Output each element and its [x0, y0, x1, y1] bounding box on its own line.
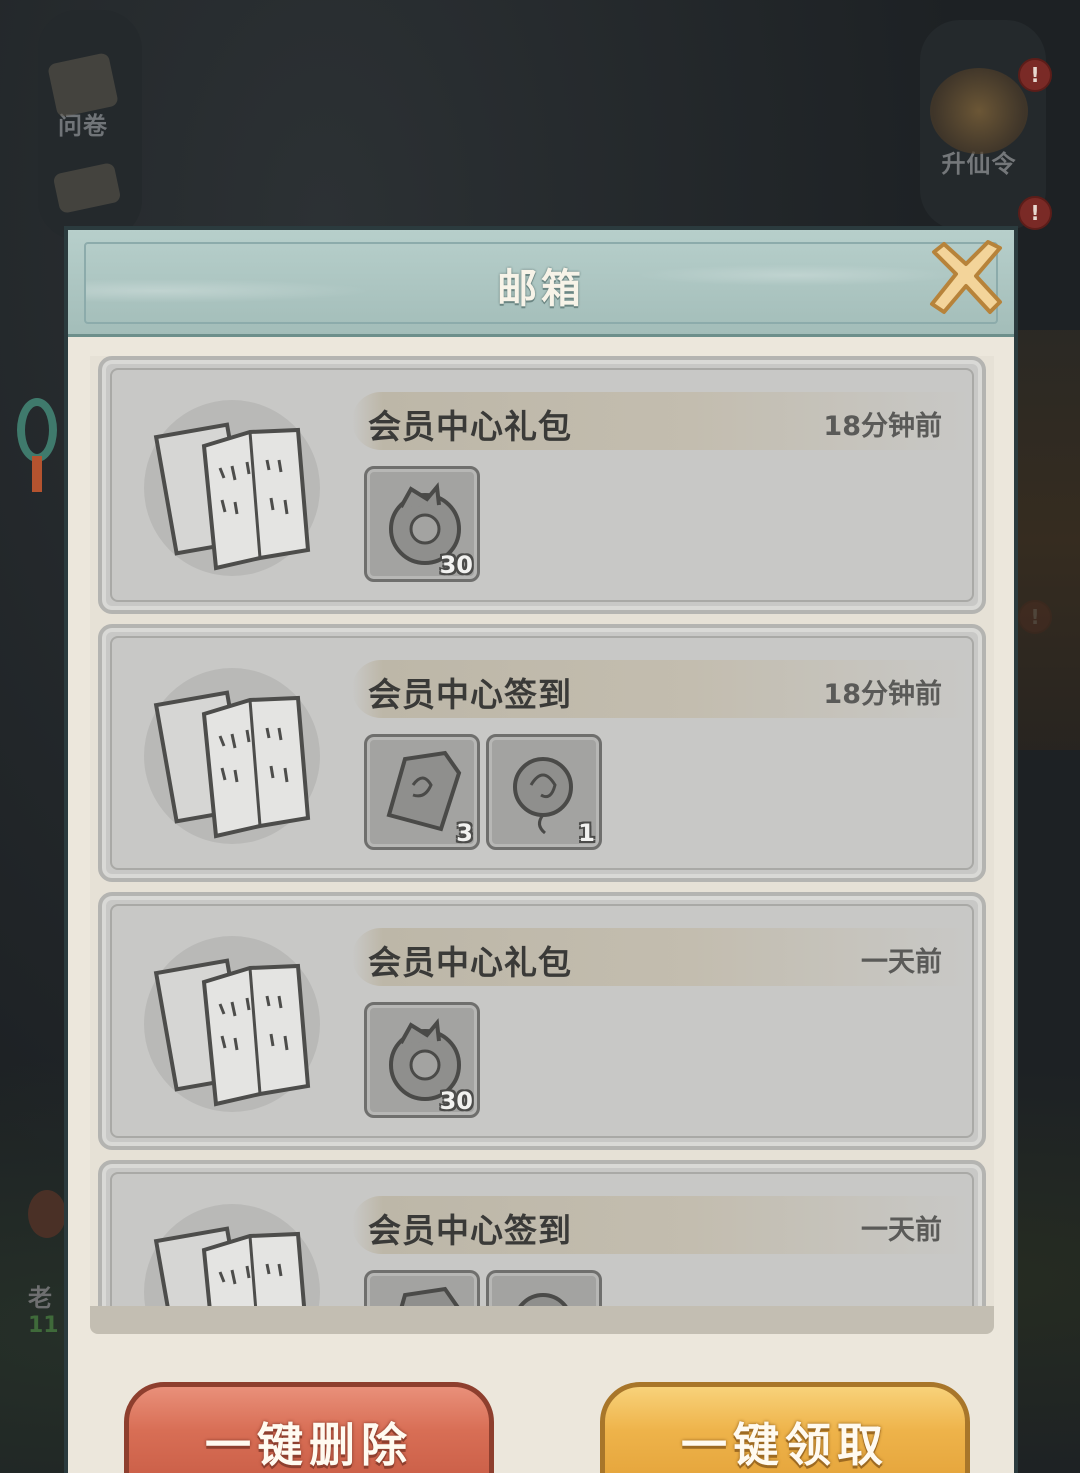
reward-quantity: 1: [578, 819, 595, 847]
reward-quantity: 30: [439, 1087, 473, 1115]
ascension-pass-button[interactable]: 升仙令: [930, 68, 1028, 179]
survey-menu-button[interactable]: 问卷: [47, 52, 119, 141]
letter-icon: [144, 400, 320, 576]
mail-title: 会员中心签到: [368, 1211, 572, 1250]
mail-timestamp: 18分钟前: [823, 679, 942, 710]
close-button[interactable]: [920, 234, 1008, 322]
reward-quantity: 30: [439, 551, 473, 579]
alert-badge-icon: !: [1018, 58, 1052, 92]
reward-slot[interactable]: 3: [364, 734, 480, 850]
claim-all-label: 一键领取: [681, 1418, 889, 1472]
mail-timestamp: 一天前: [861, 1215, 942, 1246]
ranking-menu-button[interactable]: [52, 161, 122, 215]
reward-slot[interactable]: [486, 1270, 602, 1306]
mail-item[interactable]: 会员中心礼包 一天前 30: [98, 892, 986, 1150]
letter-icon: [144, 936, 320, 1112]
survey-icon: [47, 52, 119, 118]
mail-timestamp: 一天前: [861, 947, 942, 978]
reward-quantity: 3: [456, 819, 473, 847]
companion-name: 老: [28, 1284, 52, 1312]
mail-rewards: 3 1: [364, 734, 602, 854]
right-side-banner: [1016, 330, 1080, 750]
jade-pendant-icon: [14, 380, 60, 510]
companion-level: 11: [28, 1313, 59, 1338]
mail-title: 会员中心礼包: [368, 943, 572, 982]
mail-title: 会员中心签到: [368, 675, 572, 714]
reward-slot[interactable]: 30: [364, 1002, 480, 1118]
mail-list[interactable]: 会员中心礼包 18分钟前 30 会员中心签到 18分钟前 3 1 会员中心礼包 …: [90, 356, 994, 1310]
mailbox-header: 邮箱: [68, 230, 1014, 337]
reward-slot[interactable]: 30: [364, 466, 480, 582]
letter-icon: [144, 1204, 320, 1306]
close-x-icon: [930, 240, 1002, 314]
mail-item[interactable]: 会员中心签到 一天前: [98, 1160, 986, 1306]
mail-item[interactable]: 会员中心礼包 18分钟前 30: [98, 356, 986, 614]
mailbox-panel: 邮箱 会员中心礼包 18分钟前 30 会员中心签到 18分钟前 3 1 会员中心…: [64, 226, 1018, 1473]
mail-rewards: 30: [364, 1002, 480, 1122]
reward-slot[interactable]: 1: [486, 734, 602, 850]
delete-all-label: 一键删除: [205, 1418, 413, 1472]
companion-avatar[interactable]: 老 11: [28, 1180, 68, 1338]
mail-rewards: [364, 1270, 602, 1306]
mail-rewards: 30: [364, 466, 480, 586]
claim-all-button[interactable]: 一键领取: [600, 1382, 970, 1473]
scroll-icon: [52, 161, 122, 215]
mail-timestamp: 18分钟前: [823, 411, 942, 442]
avatar: [28, 1190, 66, 1238]
mail-title: 会员中心礼包: [368, 407, 572, 446]
letter-icon: [144, 668, 320, 844]
spirit-orb-icon: [513, 757, 573, 835]
delete-all-button[interactable]: 一键删除: [124, 1382, 494, 1473]
talisman-scroll-icon: [386, 750, 462, 832]
mail-item[interactable]: 会员中心签到 18分钟前 3 1: [98, 624, 986, 882]
moon-badge-icon: [930, 68, 1028, 154]
alert-badge-icon: !: [1018, 196, 1052, 230]
mailbox-title: 邮箱: [497, 266, 585, 312]
reward-slot[interactable]: [364, 1270, 480, 1306]
